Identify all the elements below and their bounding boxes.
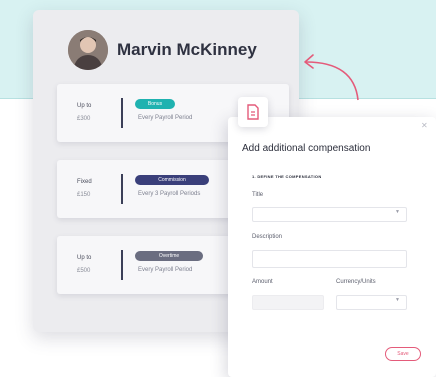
chevron-down-icon: ▼ (395, 209, 400, 215)
document-icon (247, 104, 259, 120)
close-icon[interactable]: ✕ (421, 121, 428, 130)
document-icon-badge (238, 97, 268, 127)
amount-type: Up to (77, 255, 92, 261)
amount-type: Up to (77, 103, 92, 109)
amount-type: Fixed (77, 179, 92, 185)
payroll-period: Every 3 Payroll Periods (138, 191, 201, 197)
divider (121, 174, 123, 204)
avatar (68, 30, 108, 70)
amount-input[interactable] (252, 295, 324, 310)
currency-select[interactable]: ▼ (336, 295, 407, 310)
divider (121, 98, 123, 128)
amount-value: £300 (77, 116, 91, 122)
dialog-title: Add additional compensation (242, 143, 371, 154)
amount-label: Amount (252, 279, 273, 285)
employee-name: Marvin McKinney (117, 40, 257, 59)
curved-arrow-icon (304, 54, 359, 101)
compensation-badge: Bonus (135, 99, 175, 109)
payroll-period: Every Payroll Period (138, 115, 193, 121)
amount-value: £150 (77, 192, 91, 198)
save-button[interactable]: Save (385, 347, 421, 361)
payroll-period: Every Payroll Period (138, 267, 193, 273)
chevron-down-icon: ▼ (395, 297, 400, 303)
compensation-badge: Overtime (135, 251, 203, 261)
amount-value: £500 (77, 268, 91, 274)
add-compensation-dialog: ✕ Add additional compensation 1. DEFINE … (228, 117, 436, 377)
section-heading: 1. DEFINE THE COMPENSATION (252, 174, 322, 179)
description-input[interactable] (252, 250, 407, 268)
type-label: Title (252, 192, 264, 198)
divider (121, 250, 123, 280)
type-select[interactable]: ▼ (252, 207, 407, 222)
compensation-badge: Commission (135, 175, 209, 185)
description-label: Description (252, 234, 283, 240)
currency-label: Currency/Units (336, 279, 376, 285)
